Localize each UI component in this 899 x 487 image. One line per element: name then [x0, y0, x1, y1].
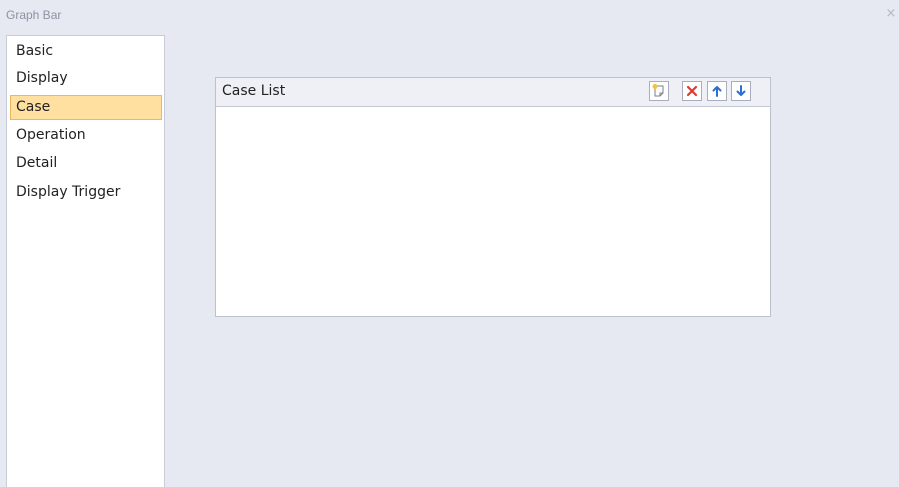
- sidebar-item-case[interactable]: Case: [10, 95, 162, 120]
- case-list-header: Case List: [216, 78, 770, 107]
- close-icon[interactable]: ×: [884, 7, 898, 21]
- sidebar-item-detail[interactable]: Detail: [10, 151, 162, 176]
- category-sidebar: Basic Display Case Operation Detail Disp…: [6, 35, 165, 487]
- arrow-up-icon: [712, 86, 722, 97]
- move-up-button[interactable]: [707, 81, 727, 101]
- window-title: Graph Bar: [6, 8, 62, 22]
- graph-bar-dialog: Graph Bar × Basic Display Case Operation…: [0, 0, 899, 487]
- new-item-icon: [652, 84, 664, 97]
- title-bar: Graph Bar ×: [0, 0, 899, 34]
- delete-case-button[interactable]: [682, 81, 702, 101]
- add-case-button[interactable]: [649, 81, 669, 101]
- case-list-body[interactable]: [216, 108, 770, 316]
- delete-icon: [686, 85, 698, 97]
- case-list-title: Case List: [222, 83, 286, 99]
- arrow-down-icon: [736, 85, 746, 96]
- case-list-panel: Case List: [215, 77, 771, 317]
- sidebar-item-display[interactable]: Display: [10, 66, 162, 91]
- move-down-button[interactable]: [731, 81, 751, 101]
- sidebar-item-operation[interactable]: Operation: [10, 123, 162, 148]
- sidebar-item-basic[interactable]: Basic: [10, 39, 162, 64]
- sidebar-item-display-trigger[interactable]: Display Trigger: [10, 180, 162, 205]
